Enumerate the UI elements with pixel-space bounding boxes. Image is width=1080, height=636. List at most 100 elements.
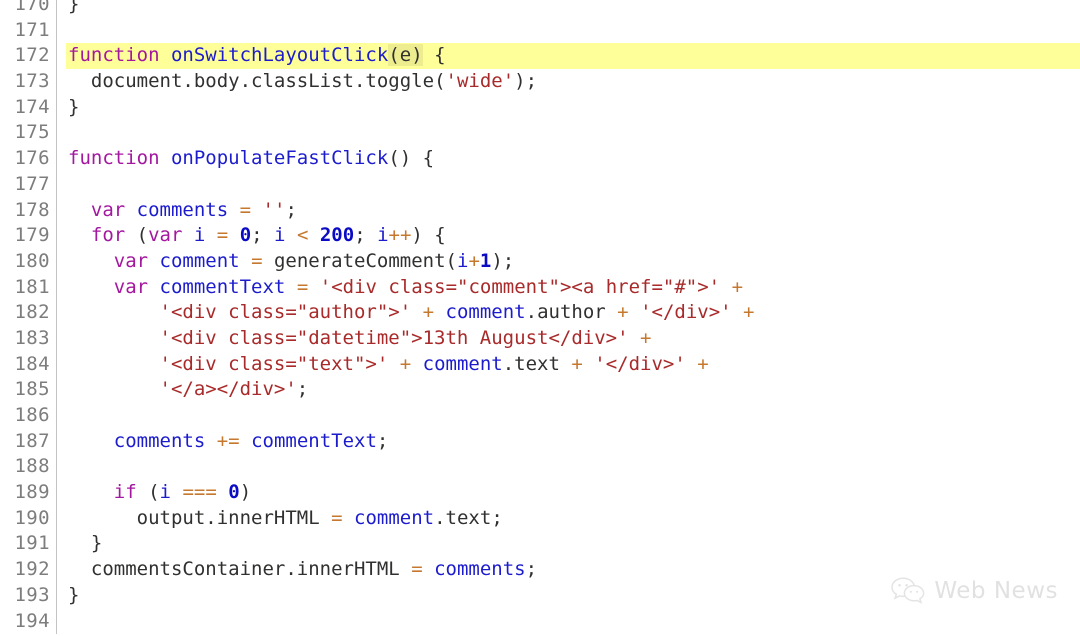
code-line[interactable]: 170} (0, 0, 1080, 18)
code-line-text[interactable]: '<div class="author">' + comment.author … (66, 300, 1080, 326)
line-number[interactable]: 186 (0, 403, 56, 429)
code-line[interactable]: 192 commentsContainer.innerHTML = commen… (0, 557, 1080, 583)
code-line-text[interactable]: document.body.classList.toggle('wide'); (66, 69, 1080, 95)
code-line[interactable]: 190 output.innerHTML = comment.text; (0, 505, 1080, 532)
code-line[interactable]: 172 function onSwitchLayoutClick(e) { (0, 43, 1080, 70)
line-number[interactable]: 175 (0, 120, 56, 147)
code-line[interactable]: 184 '<div class="text">' + comment.text … (0, 351, 1080, 378)
line-number[interactable]: 176 (0, 146, 56, 172)
gutter-divider (56, 171, 66, 198)
line-number[interactable]: 184 (0, 351, 56, 378)
code-token: ; (376, 429, 389, 452)
line-number[interactable]: 188 (0, 454, 56, 481)
code-line[interactable]: 183 '<div class="datetime">13th August</… (0, 325, 1080, 352)
code-line-text[interactable]: output.innerHTML = comment.text; (66, 506, 1080, 532)
code-token: function (68, 147, 160, 170)
code-line-text[interactable]: function onPopulateFastClick() { (66, 146, 1080, 172)
code-line-text[interactable]: var comments = ''; (66, 198, 1080, 224)
code-token: onSwitchLayoutClick (170, 44, 389, 67)
code-line[interactable]: 186 (0, 403, 1080, 429)
line-number[interactable]: 182 (0, 300, 56, 326)
code-token: ) (239, 481, 252, 504)
line-number[interactable]: 180 (0, 248, 56, 275)
line-number[interactable]: 173 (0, 69, 56, 95)
code-token: } (68, 0, 80, 15)
gutter-divider (56, 608, 66, 635)
code-token: var (148, 224, 183, 247)
code-line[interactable]: 191 } (0, 531, 1080, 558)
code-line[interactable]: 193} (0, 582, 1080, 609)
code-token: ; (525, 558, 538, 581)
line-number[interactable]: 185 (0, 377, 56, 404)
code-line-text[interactable]: '<div class="text">' + comment.text + '<… (66, 352, 1080, 378)
code-line[interactable]: 180 var comment = generateComment(i+1); (0, 248, 1080, 275)
code-token: = (296, 275, 309, 298)
code-token: .text (502, 352, 560, 375)
code-line[interactable]: 188 (0, 454, 1080, 481)
code-token: commentText (251, 429, 377, 452)
code-line[interactable]: 179 for (var i = 0; i < 200; i++) { (0, 223, 1080, 249)
line-number[interactable]: 181 (0, 274, 56, 301)
code-token: + (422, 301, 435, 324)
code-line-text[interactable]: var comment = generateComment(i+1); (66, 249, 1080, 275)
code-line-text[interactable]: '</a></div>'; (66, 377, 1080, 403)
line-number[interactable]: 170 (0, 0, 56, 18)
code-line-text[interactable]: comments += commentText; (66, 429, 1080, 455)
gutter-divider (56, 351, 66, 378)
code-line-text[interactable]: } (66, 95, 1080, 121)
line-number[interactable]: 192 (0, 557, 56, 583)
code-token: 0 (228, 481, 240, 504)
line-number[interactable]: 178 (0, 197, 56, 224)
line-number[interactable]: 183 (0, 325, 56, 352)
code-line[interactable]: 178 var comments = ''; (0, 197, 1080, 224)
code-token: output (68, 506, 206, 529)
gutter-divider (56, 300, 66, 326)
line-number[interactable]: 179 (0, 223, 56, 249)
code-line[interactable]: 175 (0, 120, 1080, 147)
code-line[interactable]: 174} (0, 94, 1080, 121)
gutter-divider (56, 43, 66, 69)
code-line-text[interactable]: } (66, 583, 1080, 609)
code-line-text[interactable]: commentsContainer.innerHTML = comments; (66, 557, 1080, 583)
line-number[interactable]: 174 (0, 94, 56, 121)
code-line[interactable]: 187 comments += commentText; (0, 428, 1080, 455)
code-line-text[interactable]: function onSwitchLayoutClick(e) { (66, 43, 1080, 69)
code-editor-viewport: 170} 171 172 function onSwitchLayoutClick(e… (0, 0, 1080, 636)
code-line[interactable]: 176 function onPopulateFastClick() { (0, 146, 1080, 172)
line-number[interactable]: 187 (0, 428, 56, 455)
code-surface[interactable]: 170} 171 172 function onSwitchLayoutClick(e… (0, 0, 1080, 635)
code-line[interactable]: 185 '</a></div>'; (0, 377, 1080, 404)
code-line-text[interactable]: for (var i = 0; i < 200; i++) { (66, 223, 1080, 249)
line-number[interactable]: 190 (0, 505, 56, 532)
line-number[interactable]: 194 (0, 608, 56, 635)
line-number[interactable]: 189 (0, 480, 56, 506)
code-line-text[interactable]: '<div class="datetime">13th August</div>… (66, 326, 1080, 352)
line-number[interactable]: 172 (0, 43, 56, 70)
code-line[interactable]: 182 '<div class="author">' + comment.aut… (0, 300, 1080, 326)
code-line-text[interactable]: } (66, 531, 1080, 557)
code-line[interactable]: 194 (0, 608, 1080, 635)
code-line[interactable]: 177 (0, 171, 1080, 198)
line-number[interactable]: 171 (0, 17, 56, 44)
line-number[interactable]: 193 (0, 582, 56, 609)
code-line-text[interactable]: } (66, 0, 1080, 18)
code-token: i (193, 224, 206, 247)
code-line[interactable]: 173 document.body.classList.toggle('wide… (0, 69, 1080, 95)
gutter-divider (56, 480, 66, 506)
code-line[interactable]: 181 var commentText = '<div class="comme… (0, 274, 1080, 301)
code-line-text[interactable]: if (i === 0) (66, 480, 1080, 506)
code-line[interactable]: 171 (0, 17, 1080, 44)
code-line-text[interactable]: var commentText = '<div class="comment">… (66, 275, 1080, 301)
code-line[interactable]: 189 if (i === 0) (0, 480, 1080, 506)
line-number[interactable]: 177 (0, 171, 56, 198)
code-token: onPopulateFastClick (170, 147, 389, 170)
line-number[interactable]: 191 (0, 531, 56, 558)
